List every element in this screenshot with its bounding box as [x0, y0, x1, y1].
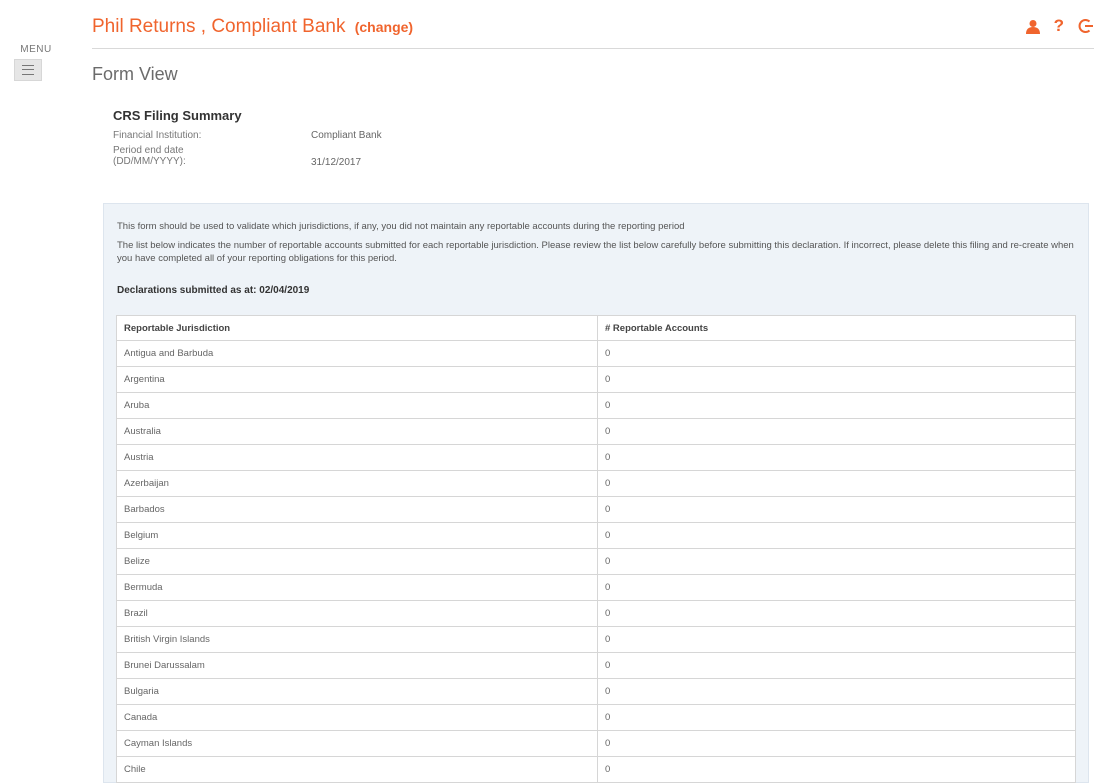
review-text: The list below indicates the number of r… [117, 240, 1074, 264]
page-title: Form View [92, 64, 178, 84]
logout-icon[interactable] [1078, 18, 1094, 34]
table-row: Azerbaijan 0 [116, 470, 1076, 497]
accounts-cell: 0 [597, 470, 1076, 497]
jurisdiction-cell: Chile [116, 756, 598, 783]
instruction-text: This form should be used to validate whi… [117, 221, 685, 232]
table-row: Brunei Darussalam 0 [116, 652, 1076, 679]
jurisdiction-cell: Azerbaijan [116, 470, 598, 497]
table-row: Brazil 0 [116, 600, 1076, 627]
menu-label: MENU [20, 44, 52, 55]
jurisdiction-cell: Cayman Islands [116, 730, 598, 757]
summary-title: CRS Filing Summary [113, 108, 242, 123]
user-icon[interactable] [1025, 19, 1040, 34]
menu-button[interactable] [14, 59, 42, 81]
table-row: Aruba 0 [116, 392, 1076, 419]
accounts-cell: 0 [597, 626, 1076, 653]
jurisdiction-cell: Austria [116, 444, 598, 471]
date-label: Period end date (DD/MM/YYYY): [113, 145, 186, 167]
jurisdiction-table: Reportable Jurisdiction # Reportable Acc… [116, 315, 1076, 783]
table-row: Australia 0 [116, 418, 1076, 445]
jurisdiction-cell: Belize [116, 548, 598, 575]
fi-label: Financial Institution: [113, 130, 202, 141]
table-row: Bulgaria 0 [116, 678, 1076, 705]
table-row: Argentina 0 [116, 366, 1076, 393]
table-row: Austria 0 [116, 444, 1076, 471]
jurisdiction-cell: Aruba [116, 392, 598, 419]
help-icon[interactable]: ? [1054, 16, 1064, 36]
header: Phil Returns , Compliant Bank (change) ? [92, 12, 1094, 49]
menu-column: MENU [0, 44, 72, 81]
jurisdiction-cell: Bulgaria [116, 678, 598, 705]
accounts-cell: 0 [597, 392, 1076, 419]
app-title-text: Phil Returns , Compliant Bank [92, 16, 346, 37]
jurisdiction-cell: Brazil [116, 600, 598, 627]
accounts-cell: 0 [597, 548, 1076, 575]
change-link[interactable]: (change) [355, 19, 413, 35]
table-row: Belize 0 [116, 548, 1076, 575]
accounts-cell: 0 [597, 496, 1076, 523]
accounts-cell: 0 [597, 756, 1076, 783]
jurisdiction-cell: Antigua and Barbuda [116, 340, 598, 367]
jurisdiction-cell: Brunei Darussalam [116, 652, 598, 679]
table-row: Barbados 0 [116, 496, 1076, 523]
table-row: Cayman Islands 0 [116, 730, 1076, 757]
filing-summary: CRS Filing Summary Financial Institution… [113, 108, 382, 172]
accounts-cell: 0 [597, 678, 1076, 705]
accounts-cell: 0 [597, 444, 1076, 471]
table-row: Canada 0 [116, 704, 1076, 731]
jurisdiction-cell: Belgium [116, 522, 598, 549]
table-header-row: Reportable Jurisdiction # Reportable Acc… [116, 315, 1076, 341]
jurisdiction-cell: Australia [116, 418, 598, 445]
declarations-submitted: Declarations submitted as at: 02/04/2019 [117, 285, 310, 296]
accounts-cell: 0 [597, 730, 1076, 757]
header-icons: ? [1025, 16, 1094, 36]
financial-institution-row: Financial Institution: Compliant Bank [113, 130, 382, 141]
jurisdiction-cell: Bermuda [116, 574, 598, 601]
accounts-cell: 0 [597, 652, 1076, 679]
date-value: 31/12/2017 [311, 157, 362, 168]
header-accounts: # Reportable Accounts [597, 315, 1076, 341]
header-jurisdiction: Reportable Jurisdiction [116, 315, 598, 341]
accounts-cell: 0 [597, 366, 1076, 393]
accounts-cell: 0 [597, 574, 1076, 601]
accounts-cell: 0 [597, 418, 1076, 445]
jurisdiction-cell: British Virgin Islands [116, 626, 598, 653]
accounts-cell: 0 [597, 340, 1076, 367]
accounts-cell: 0 [597, 704, 1076, 731]
table-row: Chile 0 [116, 756, 1076, 783]
jurisdiction-cell: Canada [116, 704, 598, 731]
hamburger-icon [22, 65, 34, 75]
table-row: Antigua and Barbuda 0 [116, 340, 1076, 367]
accounts-cell: 0 [597, 600, 1076, 627]
table-row: Bermuda 0 [116, 574, 1076, 601]
table-row: British Virgin Islands 0 [116, 626, 1076, 653]
declaration-panel: This form should be used to validate whi… [103, 203, 1089, 783]
period-end-date-row: Period end date (DD/MM/YYYY): 31/12/2017 [113, 145, 382, 168]
fi-value: Compliant Bank [311, 130, 382, 141]
jurisdiction-cell: Barbados [116, 496, 598, 523]
accounts-cell: 0 [597, 522, 1076, 549]
table-row: Belgium 0 [116, 522, 1076, 549]
jurisdiction-cell: Argentina [116, 366, 598, 393]
app-title: Phil Returns , Compliant Bank (change) [92, 16, 413, 38]
